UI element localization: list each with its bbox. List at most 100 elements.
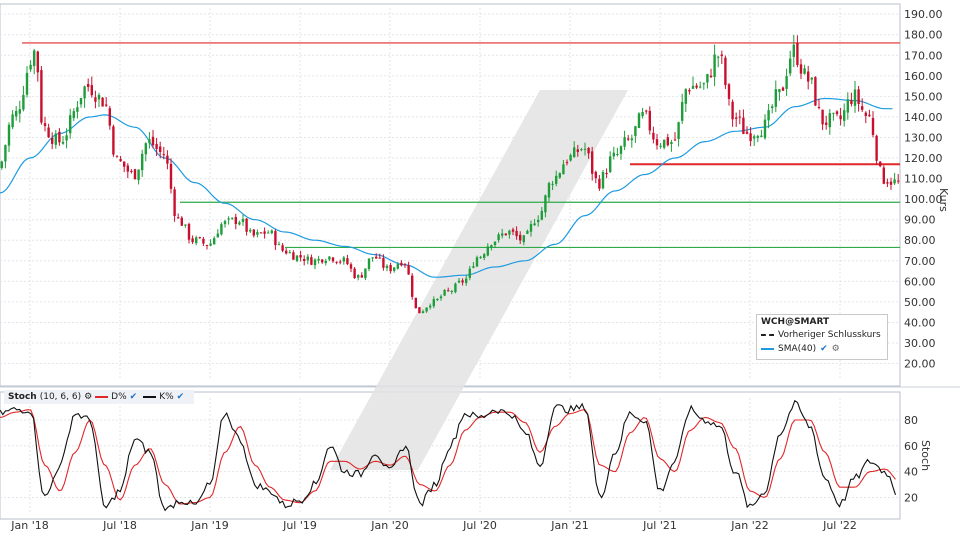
candle-body xyxy=(389,265,392,272)
candle-body xyxy=(691,85,695,89)
candle-body xyxy=(565,162,569,164)
y-tick-label: 30.00 xyxy=(904,337,936,350)
candle-body xyxy=(51,137,54,144)
candle-body xyxy=(450,290,453,292)
candle-body xyxy=(187,223,191,240)
candle-body xyxy=(821,109,824,125)
candle-body xyxy=(317,258,320,261)
candle-body xyxy=(677,122,680,140)
candle-body xyxy=(511,229,515,232)
x-tick-label: Jan '22 xyxy=(730,519,768,532)
candle-body xyxy=(785,76,788,89)
candle-body xyxy=(832,112,835,114)
candle xyxy=(601,170,605,190)
candle-body xyxy=(353,268,356,279)
candle-body xyxy=(857,89,860,105)
candle-body xyxy=(36,51,39,73)
candle-body xyxy=(555,175,558,184)
candle-body xyxy=(666,137,669,146)
candle xyxy=(220,222,223,236)
stoch-title: Stoch xyxy=(8,392,37,402)
candle-body xyxy=(745,131,749,134)
y-tick-label: 160.00 xyxy=(904,70,943,83)
candle-body xyxy=(22,95,25,110)
candle-body xyxy=(533,223,536,226)
x-tick-label: Jul '21 xyxy=(642,519,677,532)
candle-body xyxy=(875,135,878,161)
candle-body xyxy=(429,305,432,308)
candle-body xyxy=(292,252,295,260)
stoch-axis-label: Stoch xyxy=(919,440,932,471)
x-tick-label: Jan '18 xyxy=(10,519,48,532)
candle-body xyxy=(688,90,691,92)
candle-body xyxy=(540,210,543,220)
legend-item-previous-close[interactable]: Vorheriger Schlusskurs xyxy=(757,328,887,342)
candle-body xyxy=(504,233,507,236)
candle-body xyxy=(699,86,702,88)
candle-body xyxy=(227,218,230,220)
candle-body xyxy=(396,264,399,269)
candle-body xyxy=(33,50,36,67)
candle-body xyxy=(619,146,623,154)
candle-body xyxy=(159,146,162,153)
candle xyxy=(875,134,878,165)
candle-body xyxy=(468,268,471,278)
candle-body xyxy=(612,152,615,157)
candle-body xyxy=(781,87,785,91)
candle-body xyxy=(238,222,241,225)
candle-body xyxy=(155,144,158,149)
candle-body xyxy=(529,224,533,232)
candle-body xyxy=(738,116,741,118)
candle-body xyxy=(61,141,65,144)
candle-body xyxy=(767,110,770,121)
check-icon[interactable]: ✔ xyxy=(130,392,138,402)
candle-body xyxy=(627,138,630,140)
check-icon[interactable]: ✔ xyxy=(820,344,828,354)
candle-body xyxy=(342,257,345,262)
candle-body xyxy=(7,124,11,146)
candle-body xyxy=(331,257,335,262)
candle-body xyxy=(763,119,767,139)
candle-body xyxy=(648,110,651,131)
candle-body xyxy=(454,283,457,293)
y-tick-label: 60 xyxy=(904,440,918,453)
candle-body xyxy=(205,245,209,247)
candle-body xyxy=(303,258,306,262)
candle-body xyxy=(439,296,443,299)
candle-body xyxy=(547,183,551,198)
settings-icon[interactable]: ⚙ xyxy=(832,344,840,354)
settings-icon[interactable]: ⚙ xyxy=(84,392,92,402)
candle-body xyxy=(87,84,90,87)
candle-body xyxy=(879,161,882,167)
candle-body xyxy=(569,155,572,161)
candle-body xyxy=(191,238,194,243)
candle-body xyxy=(843,110,846,121)
y-tick-label: 170.00 xyxy=(904,49,943,62)
candle-body xyxy=(803,68,806,74)
candle-body xyxy=(673,139,677,141)
legend-item-sma[interactable]: SMA(40) ✔ ⚙ xyxy=(757,342,887,356)
candle-body xyxy=(328,256,331,260)
candle xyxy=(724,55,727,90)
y-tick-label: 40 xyxy=(904,466,918,479)
candle-body xyxy=(655,139,659,146)
candle-body xyxy=(709,75,713,78)
candle-body xyxy=(15,110,18,117)
candle-body xyxy=(40,70,43,123)
candle-body xyxy=(526,230,529,234)
candle-body xyxy=(364,268,367,279)
candle-body xyxy=(119,158,122,162)
candle xyxy=(133,168,137,180)
candle-body xyxy=(310,257,313,265)
check-icon[interactable]: ✔ xyxy=(177,392,185,402)
candle-body xyxy=(148,139,151,144)
stoch-params: (10, 6, 6) xyxy=(39,392,82,402)
candle-body xyxy=(465,278,468,284)
candle-body xyxy=(861,106,864,110)
candle-body xyxy=(598,178,601,189)
candle-body xyxy=(483,254,486,258)
candle-body xyxy=(90,85,93,96)
line-icon xyxy=(95,396,109,398)
candle-body xyxy=(101,97,104,107)
legend-title: WCH@SMART xyxy=(761,317,830,327)
